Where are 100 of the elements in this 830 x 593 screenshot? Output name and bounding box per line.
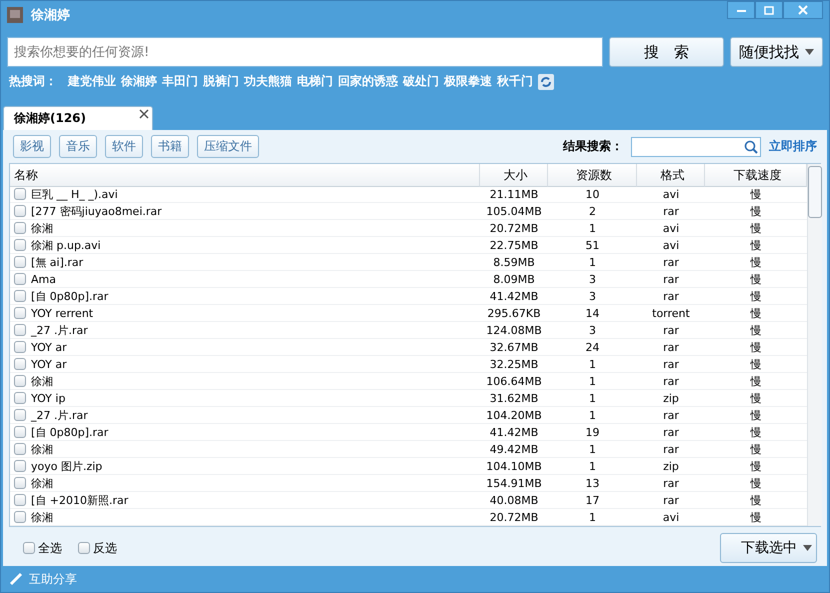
table-cell: 1	[548, 254, 637, 271]
result-search-field[interactable]	[631, 136, 761, 156]
row-checkbox[interactable]	[14, 256, 26, 268]
table-cell: rar	[637, 441, 705, 458]
table-cell: avi	[637, 509, 705, 526]
select-checkbox[interactable]	[78, 542, 90, 554]
category-button[interactable]: 音乐	[59, 135, 97, 158]
table-cell: 1	[548, 356, 637, 373]
hot-word-link[interactable]: 回家的诱惑	[338, 73, 398, 90]
table-cell: 104.10MB	[480, 458, 548, 475]
table-cell: rar	[637, 339, 705, 356]
hot-word-link[interactable]: 建党伟业	[68, 73, 116, 90]
hot-word-link[interactable]: 极限拳速	[444, 73, 492, 90]
table-cell: 22.75MB	[480, 237, 548, 254]
column-header[interactable]: 名称	[10, 164, 480, 187]
column-header[interactable]: 格式	[637, 164, 705, 187]
caret-icon	[803, 545, 812, 551]
hot-word-link[interactable]: 破处门	[403, 73, 439, 90]
row-checkbox[interactable]	[14, 307, 26, 319]
file-name: YOY ip	[31, 392, 66, 404]
row-checkbox[interactable]	[14, 409, 26, 421]
column-header[interactable]: 下载速度	[705, 164, 807, 187]
row-checkbox[interactable]	[14, 239, 26, 251]
close-button[interactable]	[783, 1, 823, 19]
table-cell: 105.04MB	[480, 203, 548, 220]
row-checkbox[interactable]	[14, 222, 26, 234]
file-name: 徐湘	[31, 374, 53, 388]
table-cell: 1	[548, 373, 637, 390]
checkbox-label: 反选	[93, 540, 117, 556]
caret-icon	[805, 49, 814, 55]
row-checkbox[interactable]	[14, 188, 26, 200]
table-cell: zip	[637, 458, 705, 475]
result-search-label: 结果搜索：	[563, 138, 623, 155]
table-cell: 8.59MB	[480, 254, 548, 271]
row-checkbox[interactable]	[14, 511, 26, 523]
file-name: Ama	[31, 272, 56, 286]
row-checkbox[interactable]	[14, 205, 26, 217]
table-cell: rar	[637, 356, 705, 373]
row-checkbox[interactable]	[14, 426, 26, 438]
hot-word-link[interactable]: 脱裤门	[203, 73, 239, 90]
table-cell: zip	[637, 390, 705, 407]
select-checkbox[interactable]	[23, 542, 35, 554]
close-icon	[798, 5, 808, 15]
table-cell: rar	[637, 475, 705, 492]
table-cell: 1	[548, 509, 637, 526]
table-cell: 1	[548, 220, 637, 237]
category-button[interactable]: 软件	[105, 135, 143, 158]
table-cell: 104.20MB	[480, 407, 548, 424]
category-button[interactable]: 压缩文件	[197, 135, 259, 158]
table-cell: 32.67MB	[480, 339, 548, 356]
close-tab-icon[interactable]	[138, 107, 150, 119]
row-checkbox[interactable]	[14, 290, 26, 302]
minimize-icon	[736, 8, 746, 12]
refresh-icon[interactable]	[538, 74, 554, 90]
table-cell: avi	[637, 186, 705, 203]
row-checkbox[interactable]	[14, 443, 26, 455]
random-search-button[interactable]: 随便找找	[730, 37, 823, 67]
column-header[interactable]: 大小	[480, 164, 548, 187]
hot-word-link[interactable]: 电梯门	[297, 73, 333, 90]
table-cell: 1	[548, 441, 637, 458]
search-button[interactable]: 搜 索	[609, 37, 724, 67]
column-header[interactable]: 资源数	[548, 164, 637, 187]
search-icon[interactable]	[742, 138, 760, 154]
maximize-button[interactable]	[755, 1, 783, 19]
row-checkbox[interactable]	[14, 273, 26, 285]
hot-word-link[interactable]: 秋千门	[497, 73, 533, 90]
row-checkbox[interactable]	[14, 494, 26, 506]
row-checkbox[interactable]	[14, 460, 26, 472]
file-name: 徐湘 p.up.avi	[31, 238, 101, 252]
checkbox-label: 全选	[38, 540, 62, 556]
category-button[interactable]: 书籍	[151, 135, 189, 158]
table-cell: rar	[637, 322, 705, 339]
result-tab[interactable]: 徐湘婷(126)	[3, 106, 153, 130]
status-text: 互助分享	[29, 570, 77, 588]
category-button[interactable]: 影视	[13, 135, 51, 158]
table-cell: avi	[637, 237, 705, 254]
scroll-thumb[interactable]	[808, 166, 822, 218]
table-cell: 49.42MB	[480, 441, 548, 458]
hot-word-link[interactable]: 徐湘婷	[121, 73, 157, 90]
download-button[interactable]: 下载选中	[720, 533, 817, 563]
file-name: [自 +2010新照.rar	[31, 492, 128, 508]
scrollbar[interactable]	[807, 164, 822, 526]
search-field[interactable]: 搜索你想要的任何资源!	[7, 37, 603, 67]
row-checkbox[interactable]	[14, 375, 26, 387]
file-name: 徐湘	[31, 476, 53, 490]
row-checkbox[interactable]	[14, 392, 26, 404]
row-checkbox[interactable]	[14, 477, 26, 489]
table-cell: 17	[548, 492, 637, 509]
file-name: YOY rerrent	[31, 306, 94, 320]
row-checkbox[interactable]	[14, 324, 26, 336]
row-checkbox[interactable]	[14, 341, 26, 353]
sort-link[interactable]: 立即排序	[769, 138, 817, 155]
file-name: [無 ai].rar	[31, 254, 84, 270]
row-checkbox[interactable]	[14, 358, 26, 370]
file-name: [277 密码jiuyao8mei.rar	[31, 204, 162, 218]
file-name: [自 0p80p].rar	[31, 288, 108, 304]
hot-word-link[interactable]: 丰田门	[162, 73, 198, 90]
minimize-button[interactable]	[727, 1, 755, 19]
hot-word-link[interactable]: 功夫熊猫	[244, 73, 292, 90]
table-cell: 10	[548, 186, 637, 203]
